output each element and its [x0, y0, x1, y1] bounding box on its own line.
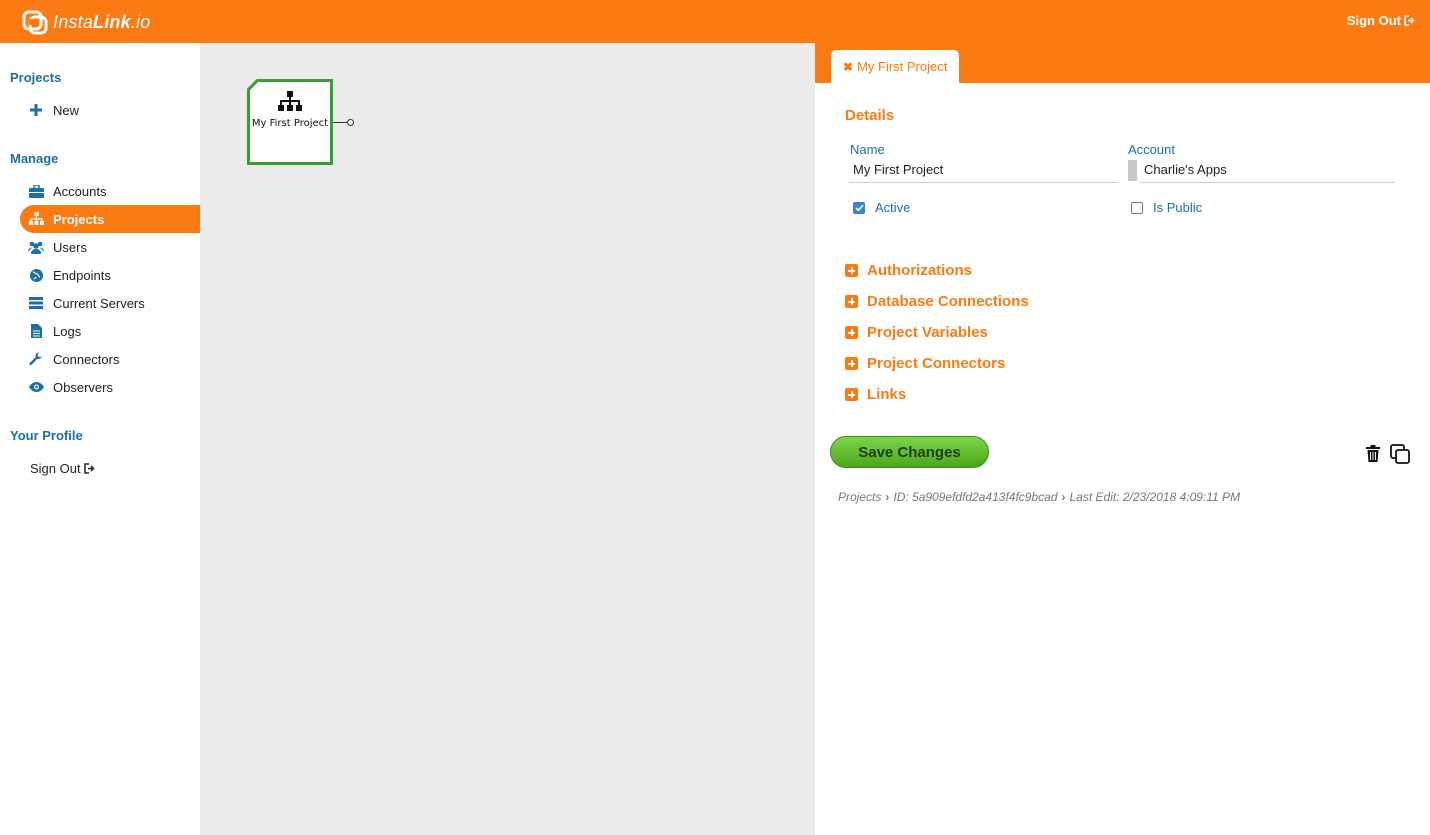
sidebar-heading-manage: Manage — [10, 151, 59, 166]
node-output-port[interactable] — [347, 119, 354, 126]
section-project-connectors[interactable]: Project Connectors — [845, 355, 1005, 372]
sidebar-item-new[interactable]: New — [20, 96, 200, 124]
expand-plus-icon — [845, 326, 858, 339]
trash-icon[interactable] — [1366, 445, 1380, 462]
sidebar-item-label: Accounts — [53, 183, 107, 199]
sidebar-item-label: Connectors — [53, 351, 120, 367]
node-connector-line — [333, 122, 348, 123]
copy-icon[interactable] — [1390, 444, 1410, 464]
eye-icon — [28, 379, 44, 395]
briefcase-icon — [28, 183, 44, 199]
section-authorizations[interactable]: Authorizations — [845, 262, 972, 279]
signout-label: Sign Out — [1346, 13, 1401, 28]
account-field-label: Account — [1128, 142, 1175, 157]
section-label: Project Connectors — [867, 355, 1006, 372]
expand-plus-icon — [845, 388, 858, 401]
sidebar-item-label: Endpoints — [53, 267, 111, 283]
active-checkbox-row[interactable]: Active — [853, 200, 910, 215]
sidebar-item-label: New — [53, 102, 80, 118]
sidebar-item-projects[interactable]: Projects — [20, 205, 200, 233]
sidebar-item-endpoints[interactable]: Endpoints — [20, 261, 200, 289]
breadcrumb-last-edit: Last Edit: 2/23/2018 4:09:11 PM — [1069, 490, 1241, 504]
section-database-connections[interactable]: Database Connections — [845, 293, 1029, 310]
sidebar-item-label: Logs — [53, 323, 82, 339]
sidebar-item-current-servers[interactable]: Current Servers — [20, 289, 200, 317]
save-changes-button[interactable]: Save Changes — [830, 436, 989, 468]
section-label: Database Connections — [867, 293, 1029, 310]
sidebar-item-connectors[interactable]: Connectors — [20, 345, 200, 373]
sidebar-heading-profile: Your Profile — [10, 428, 83, 443]
details-heading: Details — [845, 107, 895, 124]
breadcrumb: Projects › ID: 5a909efdfd2a413f4fc9bcad … — [838, 490, 1240, 504]
name-field[interactable] — [849, 157, 1118, 183]
sidebar-signout-link[interactable]: Sign Out — [30, 461, 95, 476]
tab-label: My First Project — [857, 59, 948, 74]
node-corner-accent — [247, 79, 261, 93]
breadcrumb-projects[interactable]: Projects — [838, 490, 881, 504]
sidebar-item-logs[interactable]: Logs — [20, 317, 200, 345]
expand-plus-icon — [845, 264, 858, 277]
public-label: Is Public — [1153, 200, 1203, 215]
checkmark-icon — [854, 204, 864, 211]
section-project-variables[interactable]: Project Variables — [845, 324, 988, 341]
plus-icon — [28, 102, 44, 118]
users-icon — [28, 239, 44, 255]
sidebar-heading-projects: Projects — [10, 70, 62, 85]
document-icon — [28, 323, 44, 339]
sitemap-icon — [278, 91, 302, 111]
sidebar-item-label: Projects — [53, 211, 105, 227]
public-checkbox[interactable] — [1131, 201, 1143, 214]
signout-link-header[interactable]: Sign Out — [1347, 13, 1415, 28]
name-field-label: Name — [850, 142, 885, 157]
tab-my-first-project[interactable]: ✖ My First Project — [831, 50, 960, 83]
close-icon[interactable]: ✖ — [843, 60, 853, 74]
project-canvas[interactable]: My First Project — [200, 43, 815, 835]
sidebar-item-label: Observers — [53, 379, 113, 395]
active-checkbox[interactable] — [853, 201, 865, 214]
signout-label: Sign Out — [30, 461, 81, 476]
signout-icon — [83, 463, 95, 474]
sidebar: Projects New Manage Accounts Projects Us… — [0, 43, 200, 835]
wrench-icon — [28, 351, 44, 367]
account-selector-handle — [1128, 160, 1137, 181]
logo-wordmark: InstaLink.io — [53, 11, 151, 32]
project-details-panel: ✖ My First Project Details Name Account … — [815, 43, 1430, 835]
chevron-right-icon: › — [1061, 490, 1066, 504]
sidebar-item-accounts[interactable]: Accounts — [20, 177, 200, 205]
sidebar-item-label: Users — [53, 239, 87, 255]
instalink-logo[interactable]: InstaLink.io — [22, 9, 150, 35]
globe-icon — [28, 267, 44, 283]
breadcrumb-id: ID: 5a909efdfd2a413f4fc9bcad — [893, 490, 1058, 504]
section-label: Authorizations — [867, 262, 972, 279]
sitemap-icon — [28, 211, 44, 227]
section-label: Links — [867, 386, 907, 403]
signout-icon — [1404, 15, 1415, 26]
top-header: InstaLink.io Sign Out — [0, 0, 1430, 43]
sidebar-item-users[interactable]: Users — [20, 233, 200, 261]
public-checkbox-row[interactable]: Is Public — [1131, 200, 1202, 215]
section-label: Project Variables — [867, 324, 988, 341]
expand-plus-icon — [845, 357, 858, 370]
section-links[interactable]: Links — [845, 386, 906, 403]
expand-plus-icon — [845, 295, 858, 308]
account-field[interactable] — [1140, 157, 1395, 183]
link-logo-icon — [22, 10, 48, 35]
chevron-right-icon: › — [885, 490, 890, 504]
server-icon — [28, 295, 44, 311]
sidebar-item-label: Current Servers — [53, 295, 145, 311]
sidebar-item-observers[interactable]: Observers — [20, 373, 200, 401]
project-node-label: My First Project — [251, 118, 329, 129]
active-label: Active — [875, 200, 911, 215]
